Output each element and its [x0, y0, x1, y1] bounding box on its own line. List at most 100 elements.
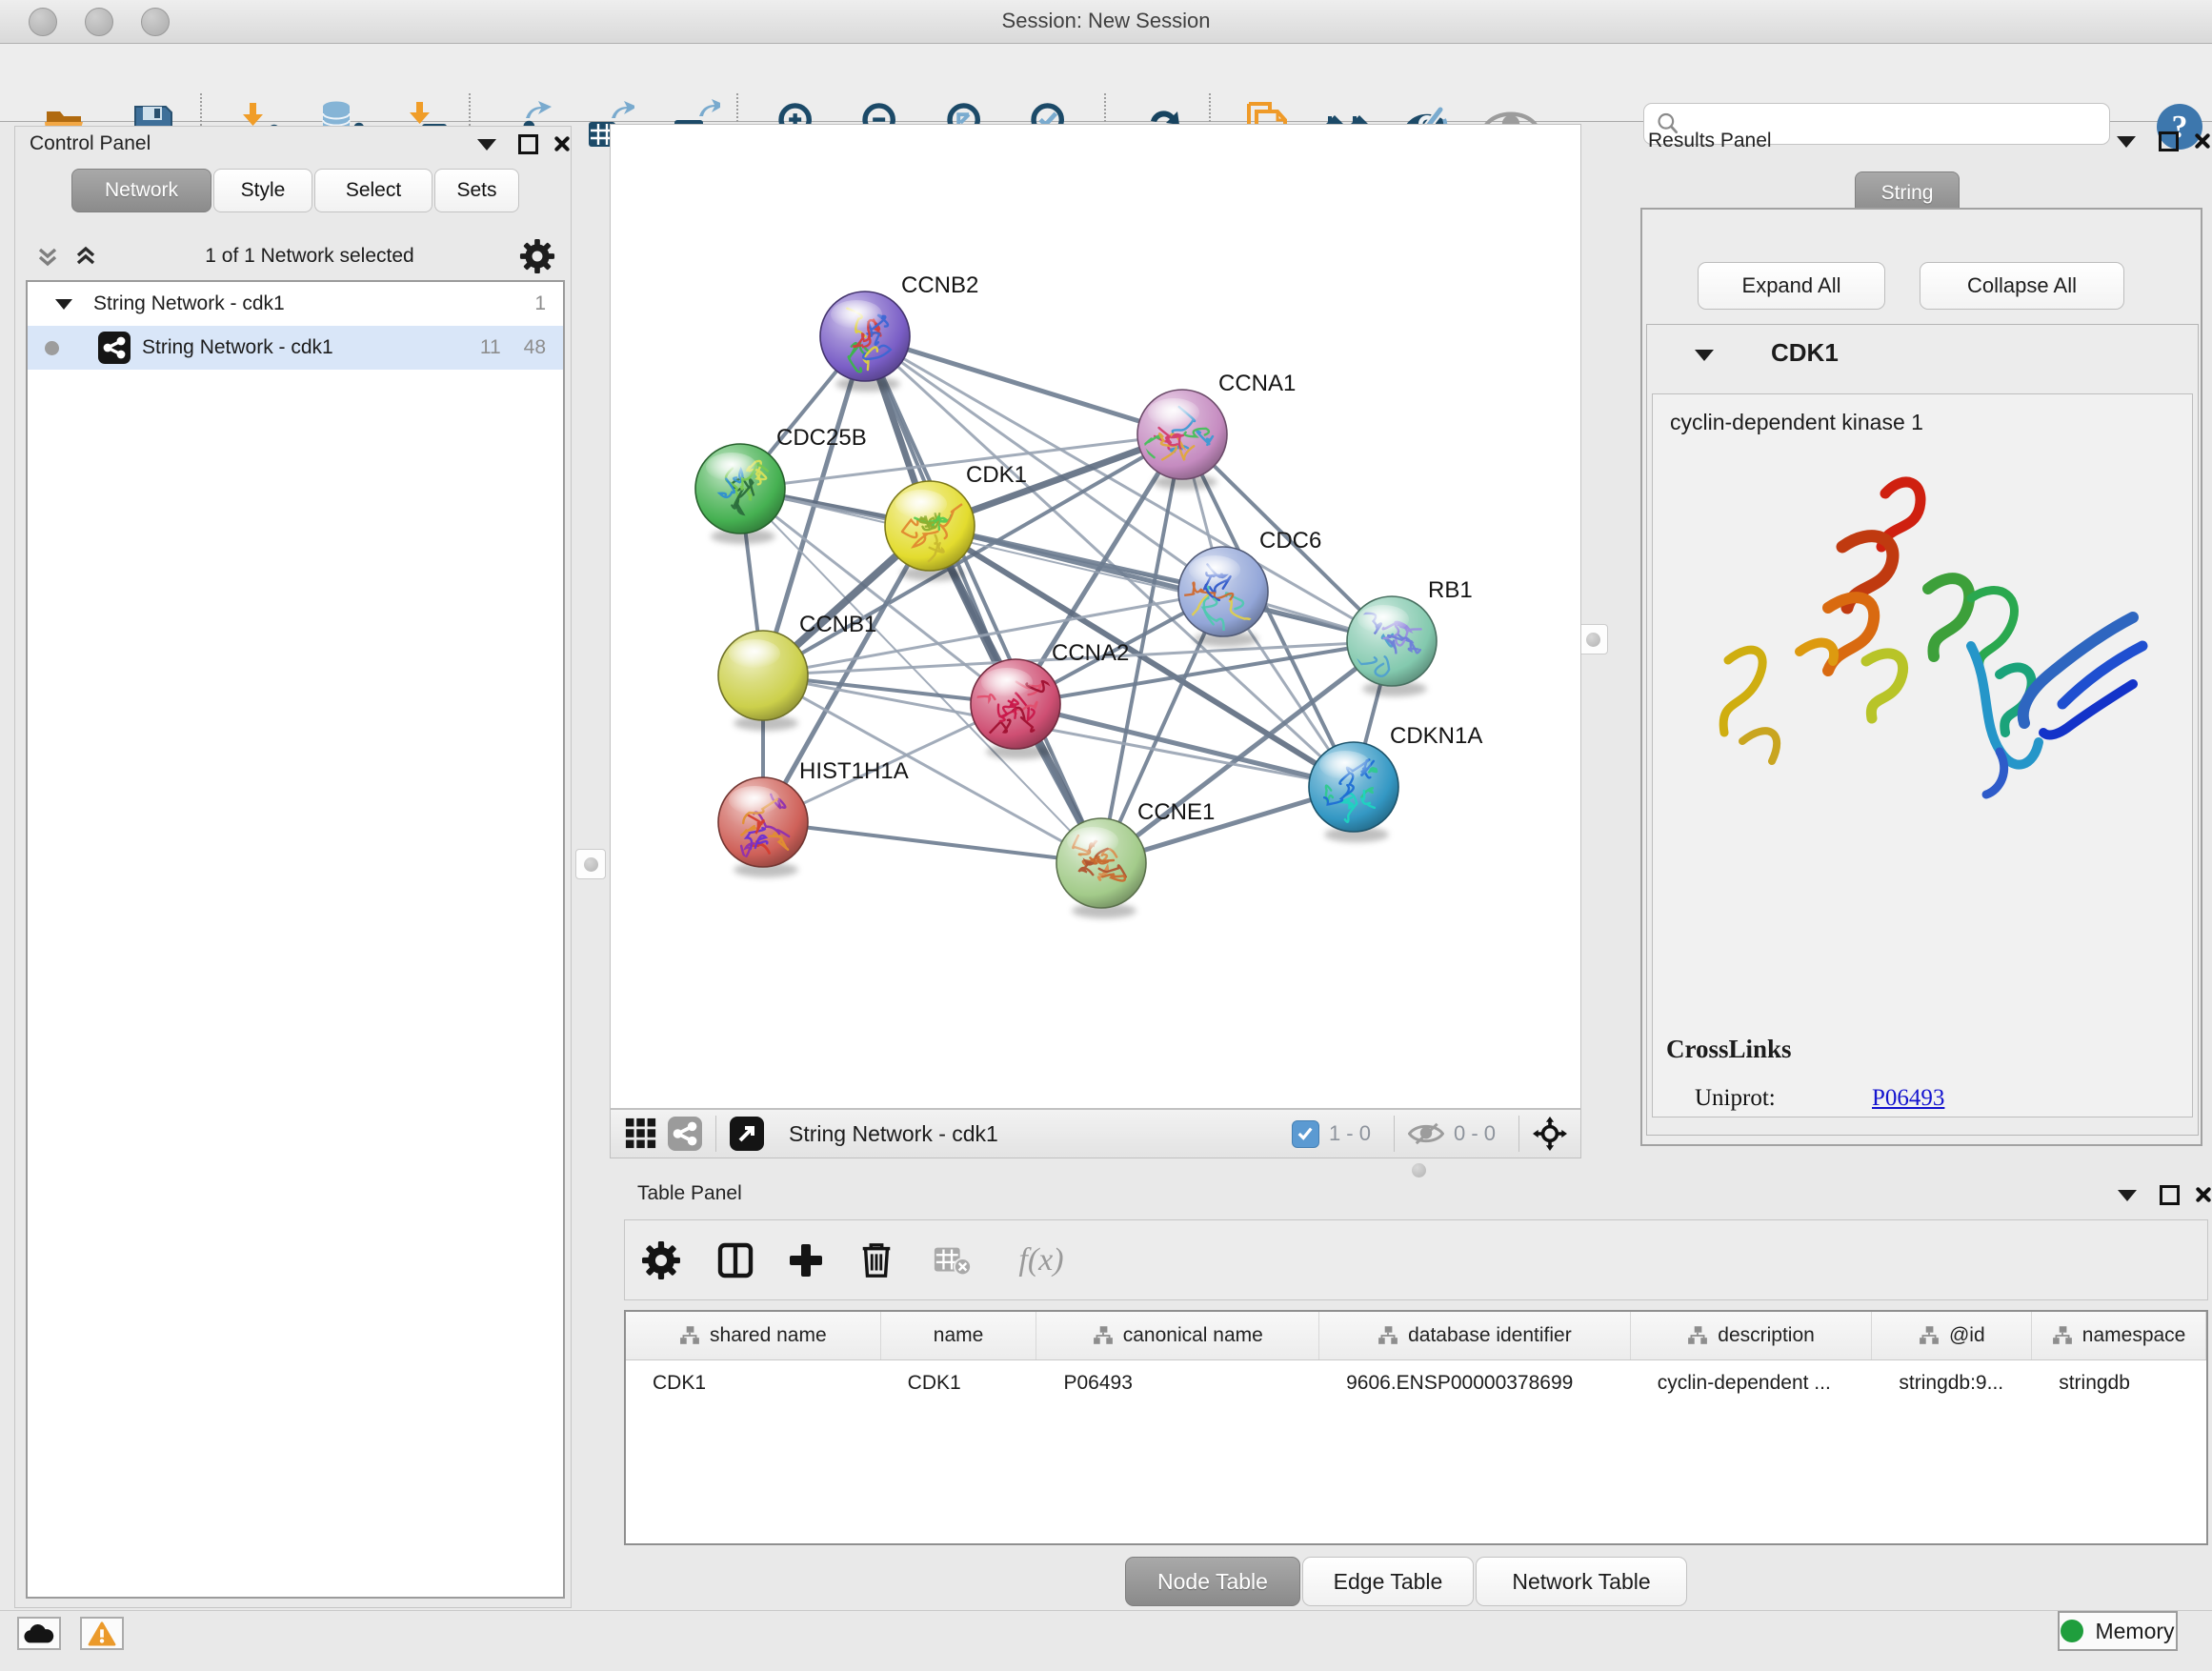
- table-panel: Table Panel f(x) shared namename canonica…: [624, 1178, 2212, 1612]
- collection-expander-icon[interactable]: [55, 299, 72, 310]
- network-type-icon: [98, 332, 131, 364]
- crosslinks-title: CrossLinks: [1666, 1035, 1792, 1064]
- delete-column-trash-icon[interactable]: [850, 1234, 903, 1287]
- network-graph: CCNB2CCNA1CDC25BCDK1CDC6RB1CCNB1CCNA2CDK…: [611, 125, 1580, 1108]
- cloud-status-button[interactable]: [17, 1617, 61, 1650]
- expand-all-button[interactable]: Expand All: [1698, 262, 1885, 310]
- column-header-database-identifier[interactable]: database identifier: [1319, 1312, 1631, 1359]
- show-grid-icon[interactable]: [624, 1117, 658, 1151]
- gene-section-expander-icon[interactable]: [1695, 350, 1714, 361]
- network-collection-row[interactable]: String Network - cdk1 1: [28, 282, 563, 326]
- table-cell[interactable]: P06493: [1036, 1372, 1319, 1395]
- tab-sets[interactable]: Sets: [434, 169, 519, 212]
- network-node-CCNA1[interactable]: CCNA1: [1137, 371, 1296, 490]
- network-status-dot: [45, 341, 59, 355]
- network-node-label: CDC6: [1259, 528, 1321, 554]
- tab-network[interactable]: Network: [71, 169, 211, 212]
- tab-style[interactable]: Style: [213, 169, 312, 212]
- tab-edge-table[interactable]: Edge Table: [1302, 1557, 1474, 1606]
- title-bar: Session: New Session: [0, 0, 2212, 44]
- show-columns-icon[interactable]: [709, 1234, 762, 1287]
- close-panel-icon[interactable]: [552, 134, 571, 153]
- fit-content-crosshair-icon[interactable]: [1533, 1117, 1567, 1151]
- column-header-namespace[interactable]: namespace: [2032, 1312, 2206, 1359]
- control-panel: Control Panel Network Style Select Sets …: [14, 126, 572, 1608]
- view-network-name: String Network - cdk1: [789, 1121, 998, 1147]
- column-label: canonical name: [1123, 1324, 1263, 1347]
- network-node-CCNB2[interactable]: CCNB2: [820, 272, 978, 392]
- crosslink-link[interactable]: P06493: [1872, 1085, 1944, 1112]
- tab-network-table[interactable]: Network Table: [1476, 1557, 1687, 1606]
- toolbar-separator: [1394, 1116, 1395, 1152]
- collapse-all-networks-icon[interactable]: [33, 242, 62, 271]
- column-header-@id[interactable]: @id: [1872, 1312, 2032, 1359]
- network-edge-HIST1H1A-CCNE1[interactable]: [763, 822, 1101, 863]
- network-node-RB1[interactable]: RB1: [1347, 577, 1473, 696]
- tab-select[interactable]: Select: [314, 169, 432, 212]
- warnings-button[interactable]: [80, 1617, 124, 1650]
- column-header-canonical-name[interactable]: canonical name: [1036, 1312, 1319, 1359]
- tree-column-icon: [2052, 1326, 2073, 1345]
- network-view-type-icon[interactable]: [668, 1117, 702, 1151]
- memory-button[interactable]: Memory: [2058, 1611, 2178, 1651]
- network-selection-status: 1 of 1 Network selected: [100, 245, 519, 268]
- table-cell[interactable]: 9606.ENSP00000378699: [1319, 1372, 1631, 1395]
- tab-node-table[interactable]: Node Table: [1125, 1557, 1300, 1606]
- network-node-label: CCNA2: [1052, 640, 1129, 666]
- network-edge-CCNA2-CDKN1A[interactable]: [1016, 704, 1354, 787]
- add-column-icon[interactable]: [779, 1234, 833, 1287]
- column-header-description[interactable]: description: [1631, 1312, 1873, 1359]
- table-cell[interactable]: CDK1: [626, 1372, 881, 1395]
- network-node-label: CDKN1A: [1390, 723, 1482, 749]
- network-view-canvas[interactable]: CCNB2CCNA1CDC25BCDK1CDC6RB1CCNB1CCNA2CDK…: [610, 124, 1581, 1109]
- network-node-label: CDC25B: [776, 425, 867, 451]
- float-panel-icon[interactable]: [2159, 131, 2179, 151]
- detach-view-icon[interactable]: [730, 1117, 764, 1151]
- protein-structure-image: [1685, 455, 2181, 817]
- panel-menu-icon[interactable]: [2118, 1190, 2137, 1201]
- selected-indicator-checkbox[interactable]: [1292, 1120, 1319, 1148]
- apply-function-button[interactable]: f(x): [998, 1234, 1084, 1287]
- control-panel-title: Control Panel: [30, 132, 151, 155]
- collapse-all-button[interactable]: Collapse All: [1920, 262, 2124, 310]
- network-edge-CCNB2-CCNE1[interactable]: [865, 336, 1101, 863]
- table-cell[interactable]: stringdb: [2032, 1372, 2206, 1395]
- bottom-splitter-handle[interactable]: [1412, 1163, 1426, 1178]
- table-cell[interactable]: CDK1: [881, 1372, 1037, 1395]
- right-splitter-handle[interactable]: [1578, 624, 1608, 654]
- close-panel-icon[interactable]: [2193, 1185, 2212, 1204]
- table-panel-title: Table Panel: [637, 1182, 742, 1205]
- status-bar: Memory: [0, 1610, 2212, 1671]
- network-row[interactable]: String Network - cdk1 11 48: [28, 326, 563, 370]
- column-header-shared-name[interactable]: shared name: [626, 1312, 881, 1359]
- table-row[interactable]: CDK1CDK1P064939606.ENSP00000378699cyclin…: [626, 1360, 2206, 1406]
- network-node-label: HIST1H1A: [799, 758, 909, 784]
- cloud-icon: [24, 1623, 54, 1644]
- table-cell[interactable]: cyclin-dependent ...: [1631, 1372, 1873, 1395]
- column-header-name[interactable]: name: [881, 1312, 1037, 1359]
- expand-all-networks-icon[interactable]: [71, 242, 100, 271]
- network-node-label: CCNB1: [799, 612, 876, 637]
- network-node-CDC25B[interactable]: CDC25B: [695, 425, 867, 544]
- float-panel-icon[interactable]: [2160, 1185, 2180, 1205]
- warning-icon: [88, 1621, 116, 1646]
- panel-menu-icon[interactable]: [477, 139, 496, 151]
- string-results-box: Expand All Collapse All CDK1 cyclin-depe…: [1640, 208, 2202, 1146]
- cytoscape-window: Session: New Session: [0, 0, 2212, 1671]
- delete-table-icon[interactable]: [926, 1234, 979, 1287]
- network-edge-CCNB2-CCNA1[interactable]: [865, 336, 1182, 434]
- results-panel-title: Results Panel: [1648, 130, 1772, 152]
- table-header-row: shared namename canonical name database id…: [626, 1312, 2206, 1360]
- left-splitter-handle[interactable]: [575, 849, 606, 879]
- table-cell[interactable]: stringdb:9...: [1872, 1372, 2032, 1395]
- column-label: @id: [1949, 1324, 1985, 1347]
- close-panel-icon[interactable]: [2192, 131, 2211, 151]
- float-panel-icon[interactable]: [518, 134, 538, 154]
- network-tree: String Network - cdk1 1 String Network -…: [26, 280, 565, 1599]
- network-options-gear-icon[interactable]: [519, 238, 555, 274]
- gene-section: CDK1 cyclin-dependent kinase 1: [1646, 324, 2199, 1136]
- network-node-HIST1H1A[interactable]: HIST1H1A: [718, 758, 909, 877]
- panel-menu-icon[interactable]: [2117, 136, 2136, 148]
- network-node-CDKN1A[interactable]: CDKN1A: [1309, 723, 1482, 842]
- table-options-gear-icon[interactable]: [634, 1234, 688, 1287]
